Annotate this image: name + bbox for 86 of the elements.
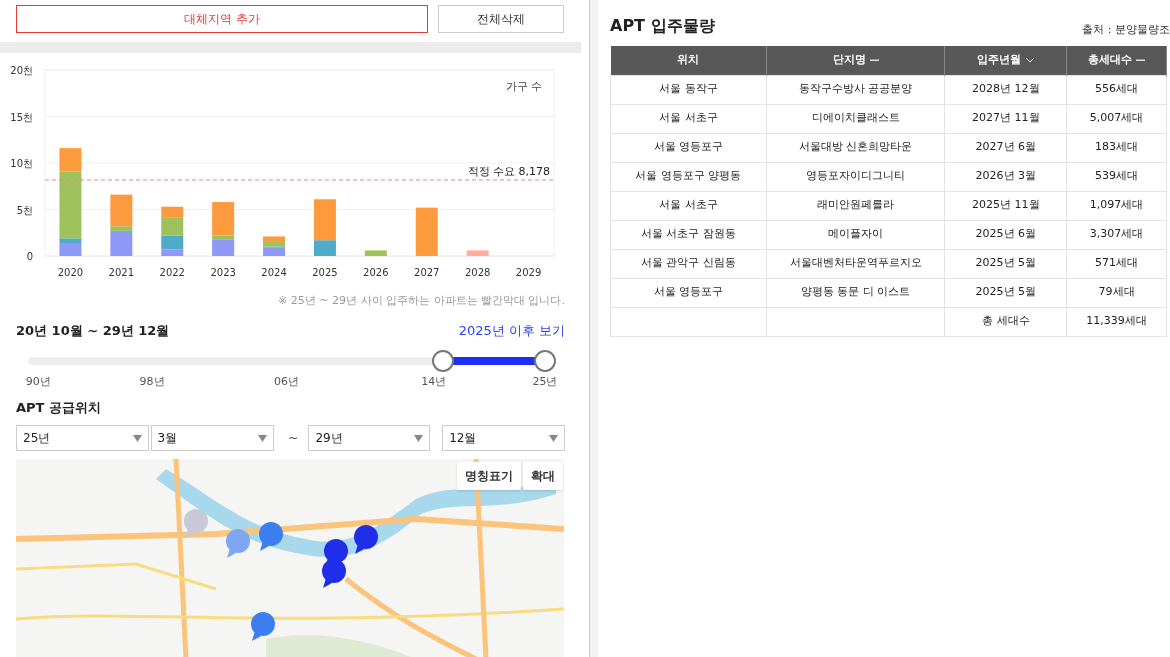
- axis-tick-label: 2022: [159, 267, 185, 279]
- table-cell: 서울 서초구: [610, 104, 767, 133]
- axis-tick-label: 15천: [10, 112, 33, 123]
- dropdown-arrow-icon: [549, 434, 558, 442]
- table-cell: 2025년 6월: [945, 220, 1067, 249]
- period-label: 20년 10월 ~ 29년 12월: [16, 322, 170, 341]
- select-dropdown[interactable]: 3월: [150, 425, 275, 452]
- column-header[interactable]: 입주년월: [945, 46, 1067, 75]
- table-cell: 서울대벤처타운역푸르지오: [766, 249, 945, 278]
- slider-thumb[interactable]: [534, 350, 556, 372]
- table-cell: 79세대: [1066, 278, 1167, 307]
- table-cell: 래미안원페를라: [766, 191, 945, 220]
- axis-tick-label: 2023: [210, 267, 236, 279]
- table-cell: 2028년 12월: [945, 75, 1067, 104]
- table-cell: 디에이치클래스트: [766, 104, 945, 133]
- chart-note: ※ 25년 ~ 29년 사이 입주하는 아파트는 빨간막대 입니다.: [277, 293, 566, 309]
- table-cell: 183세대: [1066, 133, 1167, 162]
- axis-tick-label: 2029: [515, 267, 542, 279]
- slider-tick-label: 90년: [25, 373, 51, 390]
- table-cell: 2026년 3월: [945, 162, 1067, 191]
- axis-tick-label: 2027: [414, 267, 440, 279]
- zoom-in-button[interactable]: 확대: [523, 462, 563, 491]
- table-cell: 539세대: [1066, 162, 1167, 191]
- total-label-cell: 총 세대수: [945, 307, 1067, 336]
- table-cell: 서울 영등포구: [610, 278, 767, 307]
- table-cell: 571세대: [1066, 249, 1167, 278]
- table-cell: 2025년 5월: [945, 278, 1067, 307]
- axis-label: 가구 수: [505, 80, 542, 94]
- table-cell: 서울 관악구 신림동: [610, 249, 767, 278]
- source-text: 출처 : 분양물량조: [1082, 21, 1170, 38]
- select-dropdown[interactable]: 25년: [16, 425, 149, 452]
- axis-tick-label: 10천: [10, 158, 33, 170]
- select-dropdown[interactable]: 12월: [442, 425, 565, 452]
- table-cell: 메이플자이: [766, 220, 945, 249]
- table-cell: 양평동 동문 디 이스트: [766, 278, 945, 307]
- dropdown-arrow-icon: [132, 434, 142, 442]
- axis-tick-label: 2026: [363, 267, 389, 279]
- column-header[interactable]: 위치: [610, 46, 767, 75]
- select-dropdown[interactable]: 29년: [308, 425, 431, 452]
- table-cell: 2025년 5월: [945, 249, 1067, 278]
- sort-descending-icon: [1024, 57, 1035, 63]
- slider-tick-label: 06년: [274, 373, 299, 390]
- table-title: APT 입주물량: [610, 15, 715, 37]
- add-region-button[interactable]: 대체지역 추가: [16, 5, 428, 33]
- axis-tick-label: 2025: [312, 267, 338, 279]
- view-after-2025-link[interactable]: 2025년 이후 보기: [458, 321, 565, 341]
- bar: [364, 250, 387, 257]
- table-cell: 서울 서초구 잠원동: [610, 220, 767, 249]
- table-cell: 서울 영등포구: [610, 133, 767, 162]
- section-title: APT 공급위치: [15, 398, 102, 417]
- slider-tick-label: 25년: [532, 373, 558, 390]
- dropdown-arrow-icon: [258, 434, 268, 442]
- table-cell: 서울대방 신혼희망타운: [766, 133, 945, 162]
- dropdown-arrow-icon: [414, 434, 424, 442]
- axis-tick-label: 20천: [10, 65, 33, 77]
- table-cell: 556세대: [1066, 75, 1167, 104]
- delete-all-button[interactable]: 전체삭제: [438, 5, 564, 33]
- slider-tick-label: 14년: [421, 373, 447, 390]
- table-cell: 2025년 11월: [945, 191, 1067, 220]
- table-cell: 5,007세대: [1066, 104, 1167, 133]
- range-separator: ~: [287, 430, 300, 448]
- column-header[interactable]: 단지명: [766, 46, 945, 75]
- axis-tick-label: 2028: [464, 267, 491, 279]
- annotation-label: 적정 수요 8,178: [467, 165, 550, 179]
- table-cell: 2027년 6월: [945, 133, 1067, 162]
- axis-tick-label: 2024: [261, 267, 287, 279]
- axis-tick-label: 0: [26, 251, 33, 263]
- slider-thumb[interactable]: [432, 350, 455, 372]
- sort-icon: [869, 58, 879, 62]
- bar: [466, 250, 489, 257]
- table-cell: 서울 서초구: [610, 191, 767, 220]
- sort-icon: [1136, 58, 1146, 62]
- table-cell: 1,097세대: [1066, 191, 1167, 220]
- axis-tick-label: 2021: [108, 267, 135, 279]
- column-header[interactable]: 총세대수: [1066, 46, 1167, 75]
- table-cell: 서울 동작구: [610, 75, 767, 104]
- axis-tick-label: 2020: [57, 267, 84, 279]
- table-cell: 3,307세대: [1066, 220, 1167, 249]
- total-value-cell: 11,339세대: [1066, 307, 1167, 336]
- table-cell: 서울 영등포구 양평동: [610, 162, 767, 191]
- axis-tick-label: 5천: [16, 205, 33, 216]
- table-cell: 영등포자이디그니티: [766, 162, 945, 191]
- slider-tick-label: 98년: [139, 373, 165, 390]
- table-cell: 2027년 11월: [945, 104, 1067, 133]
- show-names-button[interactable]: 명칭표기: [457, 462, 521, 491]
- table-cell: 동작구수방사 공공분양: [766, 75, 945, 104]
